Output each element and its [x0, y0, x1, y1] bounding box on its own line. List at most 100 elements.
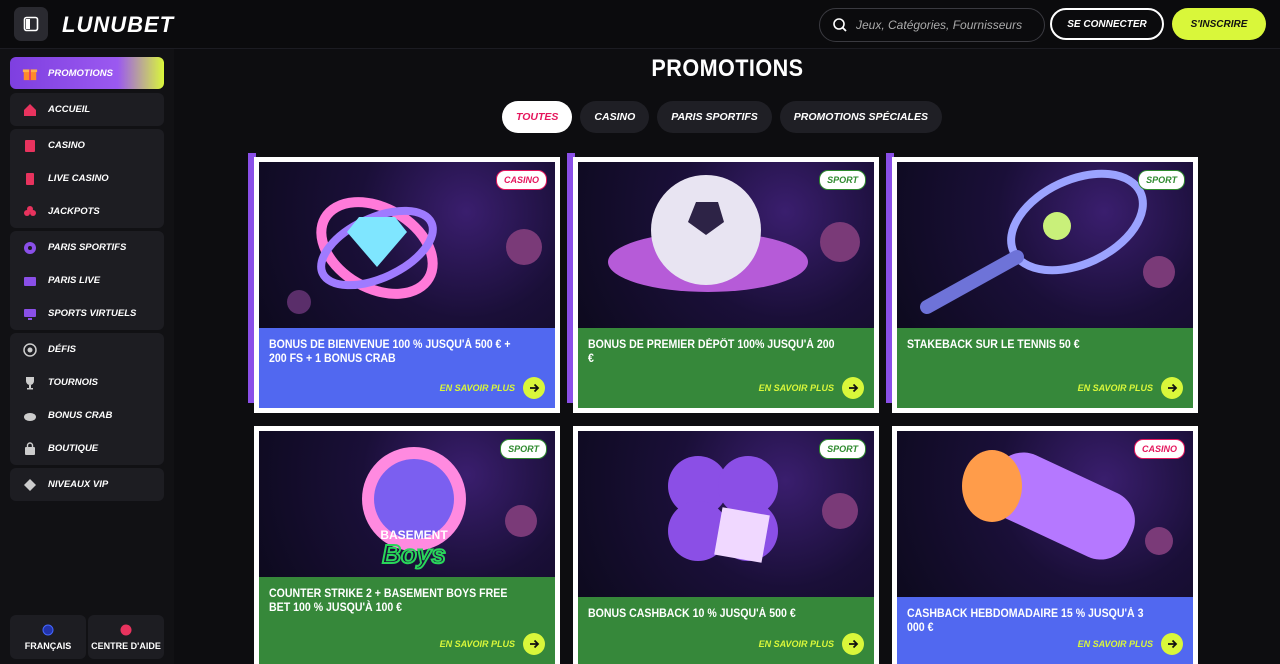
sidebar-group-sports: PARIS SPORTIFS PARIS LIVE SPORTS VIRTUEL…: [10, 231, 164, 330]
sidebar-group-casino: CASINO LIVE CASINO JACKPOTS: [10, 129, 164, 228]
promo-card[interactable]: SPORT STAKEBACK SUR LE TENNIS 50 € EN SA…: [892, 157, 1198, 413]
promo-title: CASHBACK HEBDOMADAIRE 15 % JUSQU'À 3 000…: [907, 608, 1144, 634]
card-info-bar: CASHBACK HEBDOMADAIRE 15 % JUSQU'À 3 000…: [897, 597, 1193, 664]
learn-more-link[interactable]: EN SAVOIR PLUS: [440, 377, 545, 399]
sidebar-item-label: PROMOTIONS: [48, 67, 113, 79]
learn-more-label: EN SAVOIR PLUS: [1077, 639, 1153, 649]
trophy-icon: [22, 375, 38, 391]
virtual-screen-icon: [22, 306, 38, 322]
sidebar-item-label: CASINO: [48, 140, 85, 151]
target-icon: [22, 342, 38, 358]
page-title: PROMOTIONS: [651, 55, 804, 82]
sidebar-item-label: BOUTIQUE: [48, 443, 99, 454]
login-button[interactable]: SE CONNECTER: [1050, 8, 1164, 40]
boys-text: Boys: [382, 539, 446, 569]
sidebar-item-accueil[interactable]: ACCUEIL: [10, 93, 164, 126]
promo-title: BONUS DE PREMIER DÉPÔT 100% JUSQU'À 200 …: [588, 339, 835, 365]
sidebar-item-label: SPORTS VIRTUELS: [48, 308, 137, 319]
help-label: CENTRE D'AIDE: [91, 640, 161, 651]
sidebar-item-paris-sportifs[interactable]: PARIS SPORTIFS: [10, 231, 164, 264]
crab-icon: [22, 408, 38, 424]
search-box[interactable]: [819, 8, 1045, 42]
sidebar-item-casino[interactable]: CASINO: [10, 129, 164, 162]
sidebar-item-label: BONUS CRAB: [48, 410, 113, 421]
tab-promotions-speciales[interactable]: PROMOTIONS SPÉCIALES: [779, 101, 942, 133]
learn-more-link[interactable]: EN SAVOIR PLUS: [759, 633, 864, 655]
card-info-bar: BONUS DE BIENVENUE 100 % JUSQU'À 500 € +…: [259, 328, 555, 408]
promo-title: STAKEBACK SUR LE TENNIS 50 €: [907, 339, 1080, 351]
sidebar-item-defis[interactable]: DÉFIS: [10, 333, 164, 366]
gift-icon: [22, 65, 38, 81]
club-icon: [22, 204, 38, 220]
filter-tabs: TOUTES CASINO PARIS SPORTIFS PROMOTIONS …: [502, 101, 942, 133]
sidebar: PROMOTIONS ACCUEIL CASINO LIVE CASINO JA…: [0, 49, 174, 664]
sidebar-item-sports-virtuels[interactable]: SPORTS VIRTUELS: [10, 297, 164, 330]
promo-card[interactable]: BASEMENT Boys SPORT COUNTER STRIKE 2 + B…: [254, 426, 560, 664]
category-badge: SPORT: [500, 439, 547, 459]
learn-more-label: EN SAVOIR PLUS: [1077, 383, 1153, 393]
learn-more-label: EN SAVOIR PLUS: [439, 383, 515, 393]
main-content: PROMOTIONS TOUTES CASINO PARIS SPORTIFS …: [175, 49, 1280, 664]
arrow-right-icon: [523, 377, 545, 399]
card-info-bar: COUNTER STRIKE 2 + BASEMENT BOYS FREE BE…: [259, 577, 555, 664]
card-info-bar: BONUS DE PREMIER DÉPÔT 100% JUSQU'À 200 …: [578, 328, 874, 408]
promo-card[interactable]: SPORT BONUS DE PREMIER DÉPÔT 100% JUSQU'…: [573, 157, 879, 413]
language-selector[interactable]: FRANÇAIS: [10, 615, 86, 659]
sidebar-group-vip: NIVEAUX VIP: [10, 468, 164, 501]
sidebar-item-label: DÉFIS: [48, 344, 76, 355]
sidebar-item-paris-live[interactable]: PARIS LIVE: [10, 264, 164, 297]
sidebar-item-tournois[interactable]: TOURNOIS: [10, 366, 164, 399]
sidebar-item-label: TOURNOIS: [48, 377, 98, 388]
live-card-icon: [22, 171, 38, 187]
learn-more-link[interactable]: EN SAVOIR PLUS: [1078, 377, 1183, 399]
vip-badge-icon: [22, 477, 38, 493]
promo-title: COUNTER STRIKE 2 + BASEMENT BOYS FREE BE…: [269, 588, 508, 614]
category-badge: CASINO: [1133, 439, 1185, 459]
promo-card[interactable]: CASINO BONUS DE BIENVENUE 100 % JUSQU'À …: [254, 157, 560, 413]
learn-more-link[interactable]: EN SAVOIR PLUS: [440, 633, 545, 655]
sidebar-item-niveaux-vip[interactable]: NIVEAUX VIP: [10, 468, 164, 501]
sidebar-item-label: PARIS LIVE: [48, 275, 101, 286]
promo-card[interactable]: CASINO CASHBACK HEBDOMADAIRE 15 % JUSQU'…: [892, 426, 1198, 664]
tab-toutes[interactable]: TOUTES: [502, 101, 573, 133]
sidebar-item-boutique[interactable]: BOUTIQUE: [10, 432, 164, 465]
live-tv-icon: [22, 273, 38, 289]
category-badge: CASINO: [495, 170, 547, 190]
sidebar-group-extras: DÉFIS TOURNOIS BONUS CRAB BOUTIQUE: [10, 333, 164, 465]
category-badge: SPORT: [819, 439, 866, 459]
arrow-right-icon: [842, 377, 864, 399]
help-center-button[interactable]: CENTRE D'AIDE: [88, 615, 164, 659]
sidebar-item-live-casino[interactable]: LIVE CASINO: [10, 162, 164, 195]
learn-more-link[interactable]: EN SAVOIR PLUS: [1078, 633, 1183, 655]
category-badge: SPORT: [1138, 170, 1185, 190]
arrow-right-icon: [842, 633, 864, 655]
register-button[interactable]: S'INSCRIRE: [1172, 8, 1266, 40]
search-input[interactable]: [854, 17, 1038, 33]
cards-icon: [22, 138, 38, 154]
card-info-bar: STAKEBACK SUR LE TENNIS 50 € EN SAVOIR P…: [897, 328, 1193, 408]
sidebar-item-promotions[interactable]: PROMOTIONS: [10, 57, 164, 89]
tab-casino[interactable]: CASINO: [580, 101, 650, 133]
help-icon: [120, 624, 132, 635]
arrow-right-icon: [1161, 377, 1183, 399]
sidebar-item-bonus-crab[interactable]: BONUS CRAB: [10, 399, 164, 432]
sidebar-item-label: LIVE CASINO: [48, 173, 109, 184]
learn-more-label: EN SAVOIR PLUS: [439, 639, 515, 649]
promo-title: BONUS DE BIENVENUE 100 % JUSQU'À 500 € +…: [269, 339, 511, 365]
promo-title: BONUS CASHBACK 10 % JUSQU'À 500 €: [588, 608, 796, 620]
arrow-right-icon: [1161, 633, 1183, 655]
logo[interactable]: LUNUBET: [62, 12, 174, 38]
learn-more-label: EN SAVOIR PLUS: [758, 383, 834, 393]
sidebar-toggle-button[interactable]: [14, 7, 48, 41]
learn-more-label: EN SAVOIR PLUS: [758, 639, 834, 649]
tab-paris-sportifs[interactable]: PARIS SPORTIFS: [657, 101, 772, 133]
promo-card[interactable]: SPORT BONUS CASHBACK 10 % JUSQU'À 500 € …: [573, 426, 879, 664]
learn-more-link[interactable]: EN SAVOIR PLUS: [759, 377, 864, 399]
sidebar-group-home: ACCUEIL: [10, 93, 164, 126]
home-icon: [22, 102, 38, 118]
sidebar-item-jackpots[interactable]: JACKPOTS: [10, 195, 164, 228]
soccer-ball-icon: [22, 240, 38, 256]
card-info-bar: BONUS CASHBACK 10 % JUSQU'À 500 € EN SAV…: [578, 597, 874, 664]
sidebar-item-label: PARIS SPORTIFS: [48, 242, 127, 253]
top-bar: LUNUBET SE CONNECTER S'INSCRIRE: [0, 0, 1280, 49]
